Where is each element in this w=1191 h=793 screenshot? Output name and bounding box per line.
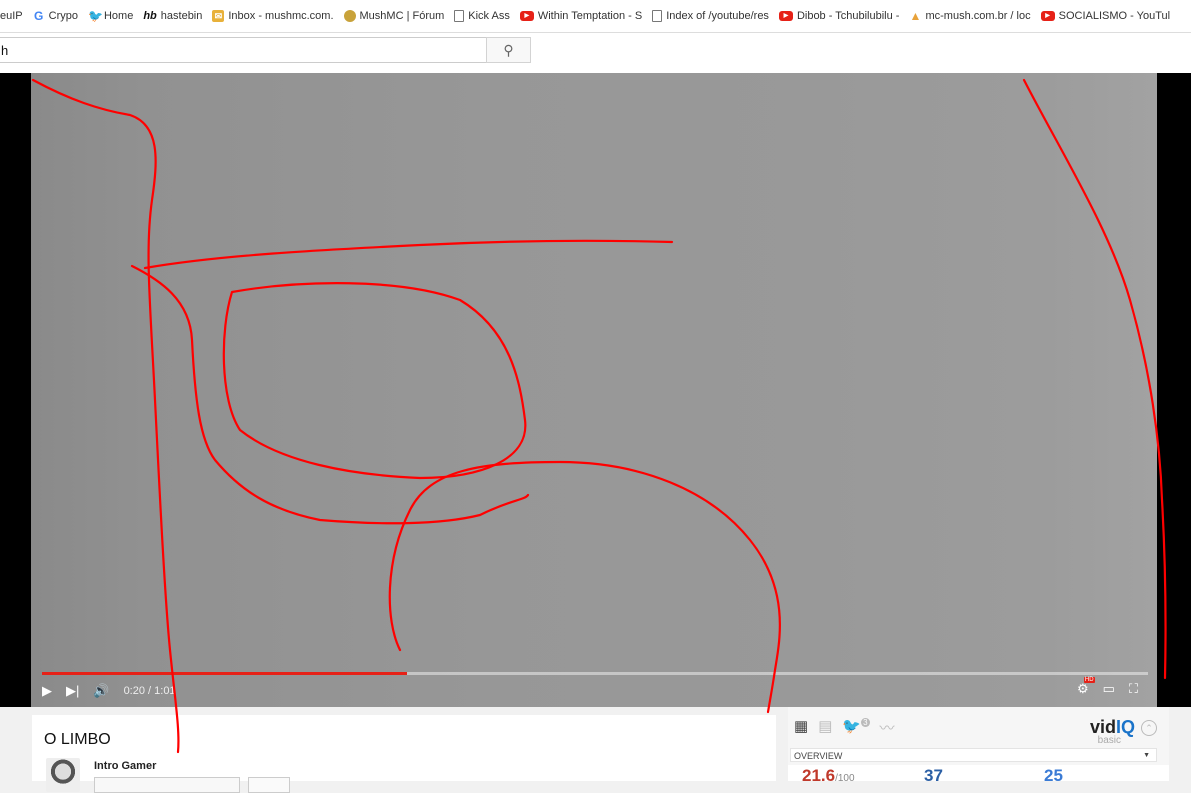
overview-dropdown[interactable]: OVERVIEW ▼ — [790, 748, 1157, 762]
caret-down-icon: ▼ — [1143, 752, 1150, 759]
mc-icon: ▲ — [909, 9, 922, 23]
subscribe-button[interactable] — [94, 777, 240, 793]
bookmark-label: Crypo — [48, 10, 78, 22]
bookmark-crypo[interactable]: G Crypo — [33, 10, 78, 22]
google-icon: G — [33, 9, 44, 23]
bookmark-label: euIP — [0, 10, 23, 22]
page-icon — [454, 10, 465, 22]
trend-icon[interactable]: 〰 — [880, 717, 895, 738]
bookmark-label: mc-mush.com.br / loc — [925, 10, 1031, 22]
bookmarks-bar: euIP G Crypo 🐦 Home hb hastebin ✉ Inbox - mu… — [0, 0, 1191, 33]
twitter-icon[interactable]: 🐦 3 — [842, 717, 870, 738]
bookmark-label: hastebin — [160, 10, 203, 22]
video-info: O LIMBO Intro Gamer — [32, 715, 776, 793]
grid-icon[interactable]: ▦ — [794, 717, 808, 738]
youtube-icon: ▶ — [778, 11, 793, 21]
page-icon — [652, 10, 663, 22]
bookmark-label: Home — [103, 10, 134, 22]
score-value: 21.6 — [802, 766, 836, 785]
hd-badge: HD — [1083, 677, 1095, 683]
video-title: O LIMBO — [44, 731, 111, 748]
hastebin-icon: hb — [143, 10, 157, 22]
bookmark-label: SOCIALISMO - YouTul — [1058, 10, 1171, 22]
mail-icon: ✉ — [212, 10, 225, 22]
bookmark-label: Within Temptation - S — [537, 10, 643, 22]
vidiq-score: 21.6/100 — [802, 766, 855, 786]
bookmark-hastebin[interactable]: hb hastebin — [143, 10, 202, 22]
time-display: 0:20 / 1:01 — [123, 685, 176, 697]
settings-gear-icon[interactable]: ⚙ HD — [1077, 677, 1095, 697]
score-suffix: /100 — [835, 773, 855, 784]
bookmark-label: Dibob - Tchubilubilu - — [796, 10, 900, 22]
volume-icon[interactable]: 🔊 — [93, 683, 109, 699]
bookmark-home[interactable]: 🐦 Home — [88, 10, 133, 22]
subscriber-count-box — [248, 777, 290, 793]
bookmark-within-temptation[interactable]: ▶ Within Temptation - S — [519, 10, 643, 22]
channel-name[interactable]: Intro Gamer — [94, 760, 156, 772]
overview-label: OVERVIEW — [794, 751, 843, 761]
bookmark-euip[interactable]: euIP — [0, 10, 23, 22]
bookmark-label: Inbox - mushmc.com. — [228, 10, 334, 22]
vidiq-stat-2: 37 — [924, 766, 943, 785]
search-input[interactable]: h — [0, 37, 486, 63]
progress-bar[interactable] — [42, 672, 1148, 675]
theater-mode-icon[interactable]: ▭ — [1103, 681, 1115, 697]
twitter-bird-icon: 🐦 — [87, 9, 103, 23]
youtube-icon: ▶ — [519, 11, 534, 21]
vidiq-toolbar: ▦ ▤ 🐦 3 〰 — [794, 717, 905, 738]
collapse-icon[interactable]: ⌃ — [1141, 720, 1157, 736]
bookmark-dibob[interactable]: ▶ Dibob - Tchubilubilu - — [778, 10, 900, 22]
youtube-icon: ▶ — [1040, 11, 1055, 21]
mushmc-icon — [343, 10, 356, 22]
vidiq-tier: basic — [1097, 735, 1121, 746]
video-frame[interactable] — [31, 73, 1157, 707]
bookmark-label: Kick Ass — [468, 10, 510, 22]
vidiq-logo-text: vid — [1089, 717, 1116, 737]
notification-count: 3 — [861, 718, 870, 727]
bookmark-label: MushMC | Fórum — [359, 10, 445, 22]
vidiq-stat-3: 25 — [1044, 766, 1063, 785]
next-icon[interactable]: ▶| — [66, 683, 79, 699]
bookmark-index-youtube[interactable]: Index of /youtube/res — [652, 10, 769, 22]
youtube-header: h ⚲ — [0, 33, 1191, 73]
player-controls-right: ⚙ HD ▭ ⛶ — [1063, 677, 1138, 697]
bookmark-kick-ass[interactable]: Kick Ass — [454, 10, 510, 22]
bookmark-socialismo[interactable]: ▶ SOCIALISMO - YouTul — [1040, 10, 1171, 22]
search-button[interactable]: ⚲ — [486, 37, 531, 63]
search-icon: ⚲ — [503, 41, 514, 58]
bookmark-inbox[interactable]: ✉ Inbox - mushmc.com. — [212, 10, 334, 22]
bookmark-mc-mush[interactable]: ▲ mc-mush.com.br / loc — [909, 9, 1031, 23]
progress-fill — [42, 672, 407, 675]
vidiq-stats: 21.6/100 37 25 — [788, 765, 1169, 785]
vidiq-panel: ▦ ▤ 🐦 3 〰 vidIQ basic ⌃ OVERVIEW ▼ 21.6/10… — [788, 707, 1169, 785]
fullscreen-icon[interactable]: ⛶ — [1129, 681, 1138, 697]
bookmark-mushmc-forum[interactable]: MushMC | Fórum — [343, 10, 445, 22]
video-player[interactable]: ▶ ▶| 🔊 0:20 / 1:01 ⚙ HD ▭ ⛶ — [0, 73, 1191, 707]
vidiq-logo-accent: IQ — [1115, 717, 1135, 737]
stats-icon[interactable]: ▤ — [818, 717, 832, 738]
player-controls: ▶ ▶| 🔊 0:20 / 1:01 ⚙ HD ▭ ⛶ — [42, 677, 1148, 705]
bookmark-label: Index of /youtube/res — [666, 10, 769, 22]
channel-avatar[interactable] — [46, 758, 80, 792]
play-icon[interactable]: ▶ — [42, 683, 52, 699]
